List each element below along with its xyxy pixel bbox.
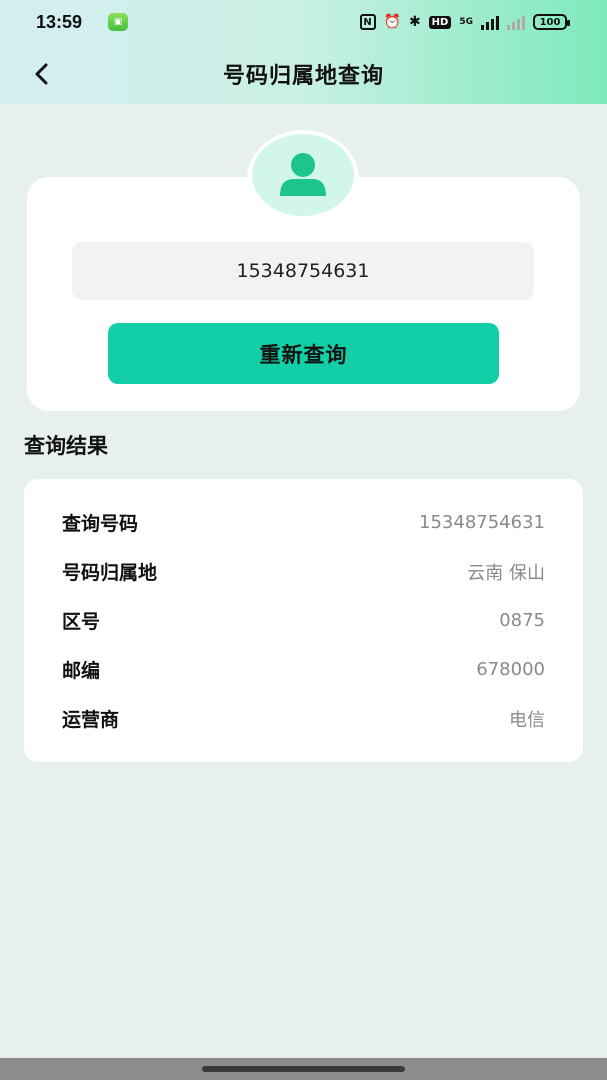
result-label: 邮编 bbox=[62, 660, 101, 682]
avatar bbox=[247, 130, 359, 220]
status-time: 13:59 bbox=[36, 11, 83, 32]
requery-button[interactable]: 重新查询 bbox=[108, 323, 499, 384]
hd-badge: HD bbox=[428, 15, 452, 29]
result-card: 查询号码 15348754631 号码归属地 云南 保山 区号 0875 邮编 … bbox=[24, 479, 583, 762]
result-value: 电信 bbox=[509, 709, 545, 731]
signal-icon bbox=[481, 14, 499, 30]
results-section-title: 查询结果 bbox=[24, 434, 108, 458]
back-button[interactable] bbox=[26, 58, 56, 90]
home-indicator[interactable] bbox=[202, 1066, 405, 1072]
avatar-circle bbox=[252, 134, 354, 216]
result-row-area-code: 区号 0875 bbox=[24, 596, 583, 645]
result-row-postcode: 邮编 678000 bbox=[24, 645, 583, 694]
status-icons: N ⏰ ✱ HD 5G 100 bbox=[359, 14, 570, 30]
status-bar: 13:59 ▣ N ⏰ ✱ HD 5G 100 bbox=[0, 0, 607, 44]
result-row-number: 查询号码 15348754631 bbox=[24, 498, 583, 547]
result-label: 号码归属地 bbox=[62, 562, 158, 584]
signal-secondary-icon bbox=[507, 14, 525, 30]
result-row-carrier: 运营商 电信 bbox=[24, 694, 583, 743]
battery-icon: 100 bbox=[533, 14, 570, 30]
user-icon bbox=[280, 153, 326, 196]
page-title: 号码归属地查询 bbox=[222, 64, 384, 89]
result-label: 运营商 bbox=[62, 709, 120, 731]
phone-number-input[interactable] bbox=[72, 242, 534, 300]
chevron-left-icon bbox=[35, 63, 48, 85]
result-label: 区号 bbox=[62, 611, 101, 633]
network-type: 5G bbox=[459, 17, 473, 27]
alarm-icon: ⏰ bbox=[383, 14, 401, 30]
result-label: 查询号码 bbox=[62, 513, 139, 535]
result-value: 云南 保山 bbox=[467, 562, 545, 584]
result-value: 678000 bbox=[476, 659, 545, 680]
nfc-icon: N bbox=[359, 14, 376, 30]
battery-level: 100 bbox=[539, 16, 561, 28]
app-notification-icon: ▣ bbox=[108, 13, 129, 31]
bluetooth-icon: ✱ bbox=[408, 14, 421, 30]
result-value: 0875 bbox=[499, 610, 545, 631]
result-value: 15348754631 bbox=[419, 512, 545, 533]
nav-bar: 号码归属地查询 bbox=[0, 50, 607, 98]
result-row-location: 号码归属地 云南 保山 bbox=[24, 547, 583, 596]
